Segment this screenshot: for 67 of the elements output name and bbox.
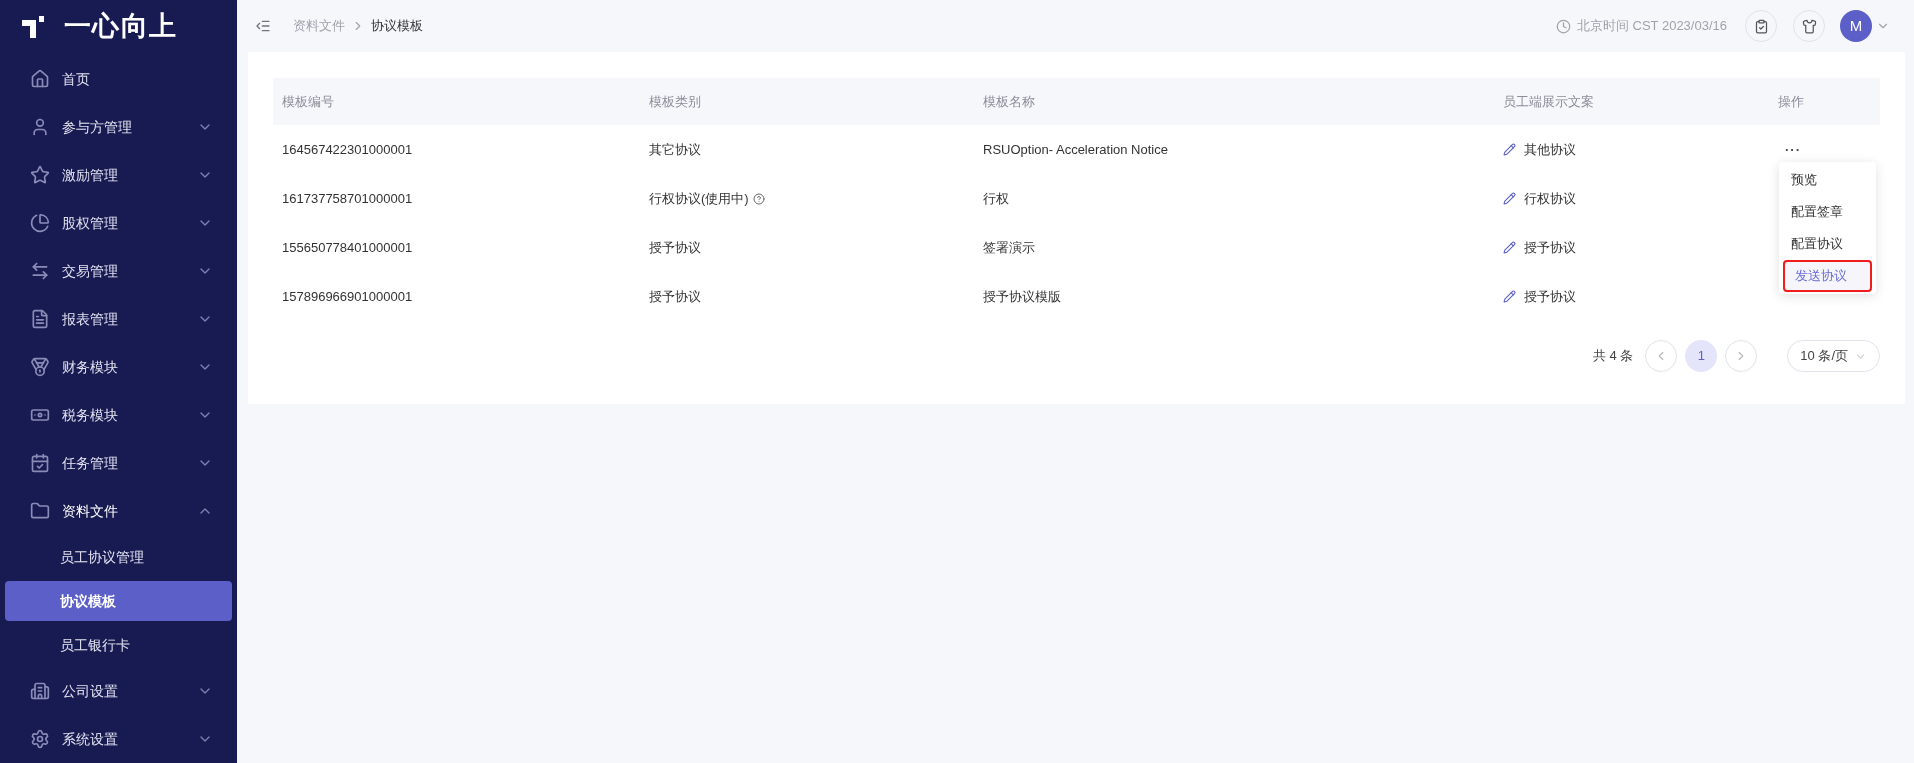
sidebar-subitem[interactable]: 员工协议管理 <box>5 537 232 577</box>
sidebar-item[interactable]: 任务管理 <box>0 439 237 487</box>
sidebar-item[interactable]: 参与方管理 <box>0 103 237 151</box>
column-header: 操作 <box>1778 92 1804 111</box>
user-avatar[interactable]: M <box>1840 10 1872 42</box>
column-header: 模板编号 <box>282 92 334 111</box>
shirt-icon <box>1801 18 1817 34</box>
star-icon <box>30 165 50 185</box>
table-cell-text: 155650778401000001 <box>282 238 413 257</box>
swap-icon <box>30 261 50 281</box>
pagination-total: 共 4 条 <box>1592 347 1634 366</box>
calendar-check-icon <box>30 453 50 473</box>
sidebar-item[interactable]: 税务模块 <box>0 391 237 439</box>
current-time: 北京时间 CST 2023/03/16 <box>1576 17 1727 36</box>
logo-text: 一心向上 <box>64 10 178 44</box>
table-cell-text: 授予协议 <box>649 238 701 257</box>
breadcrumb-item: 协议模板 <box>371 17 423 36</box>
menu-item[interactable]: 配置协议 <box>1779 228 1876 260</box>
table-cell-text: 授予协议 <box>649 287 701 306</box>
sidebar-subitem[interactable]: 员工银行卡 <box>5 625 232 665</box>
table-cell-text: RSUOption- Acceleration Notice <box>983 140 1168 159</box>
table-cell-text: 授予协议 <box>1524 238 1576 257</box>
more-actions-button[interactable]: ··· <box>1785 143 1801 156</box>
pie-chart-icon <box>30 213 50 233</box>
table-cell-text: 其它协议 <box>649 140 701 159</box>
medal-icon <box>30 357 50 377</box>
settings-icon <box>30 729 50 749</box>
folder-icon <box>30 501 50 521</box>
help-icon[interactable] <box>752 192 765 205</box>
sidebar-item[interactable]: 首页 <box>0 55 237 103</box>
sidebar-item[interactable]: 交易管理 <box>0 247 237 295</box>
sidebar-item[interactable]: 资料文件 <box>0 487 237 535</box>
menu-item[interactable]: 发送协议 <box>1783 260 1872 292</box>
edit-icon[interactable] <box>1503 290 1516 303</box>
table-cell-text: 164567422301000001 <box>282 140 413 159</box>
clock-icon <box>1555 18 1571 34</box>
home-icon <box>30 69 50 89</box>
sidebar-item[interactable]: 公司设置 <box>0 667 237 715</box>
menu-item[interactable]: 预览 <box>1779 164 1876 196</box>
building-icon <box>30 681 50 701</box>
page-button[interactable]: 1 <box>1685 340 1718 372</box>
column-header: 模板名称 <box>983 92 1035 111</box>
collapse-menu-icon[interactable] <box>255 18 271 34</box>
sidebar-item[interactable]: 股权管理 <box>0 199 237 247</box>
sidebar-item[interactable]: 报表管理 <box>0 295 237 343</box>
table-cell-text: 签署演示 <box>983 238 1035 257</box>
table-cell-text: 授予协议 <box>1524 287 1576 306</box>
sidebar-item[interactable]: 激励管理 <box>0 151 237 199</box>
menu-item[interactable]: 配置签章 <box>1779 196 1876 228</box>
sidebar-item[interactable]: 系统设置 <box>0 715 237 763</box>
table-cell-text: 行权协议(使用中) <box>649 189 749 208</box>
table-cell-text: 其他协议 <box>1524 140 1576 159</box>
edit-icon[interactable] <box>1503 143 1516 156</box>
table-cell-text: 157896966901000001 <box>282 287 413 306</box>
user-icon <box>30 117 50 137</box>
document-icon <box>30 309 50 329</box>
column-header: 员工端展示文案 <box>1503 92 1594 111</box>
clipboard-check-icon <box>1753 18 1769 34</box>
table-cell-text: 161737758701000001 <box>282 189 413 208</box>
table-cell-text: 行权 <box>983 189 1009 208</box>
table-cell-text: 行权协议 <box>1524 189 1576 208</box>
edit-icon[interactable] <box>1503 241 1516 254</box>
edit-icon[interactable] <box>1503 192 1516 205</box>
sidebar-subitem[interactable]: 协议模板 <box>5 581 232 621</box>
sidebar-item[interactable]: 财务模块 <box>0 343 237 391</box>
table-cell-text: 授予协议模版 <box>983 287 1061 306</box>
column-header: 模板类别 <box>649 92 701 111</box>
